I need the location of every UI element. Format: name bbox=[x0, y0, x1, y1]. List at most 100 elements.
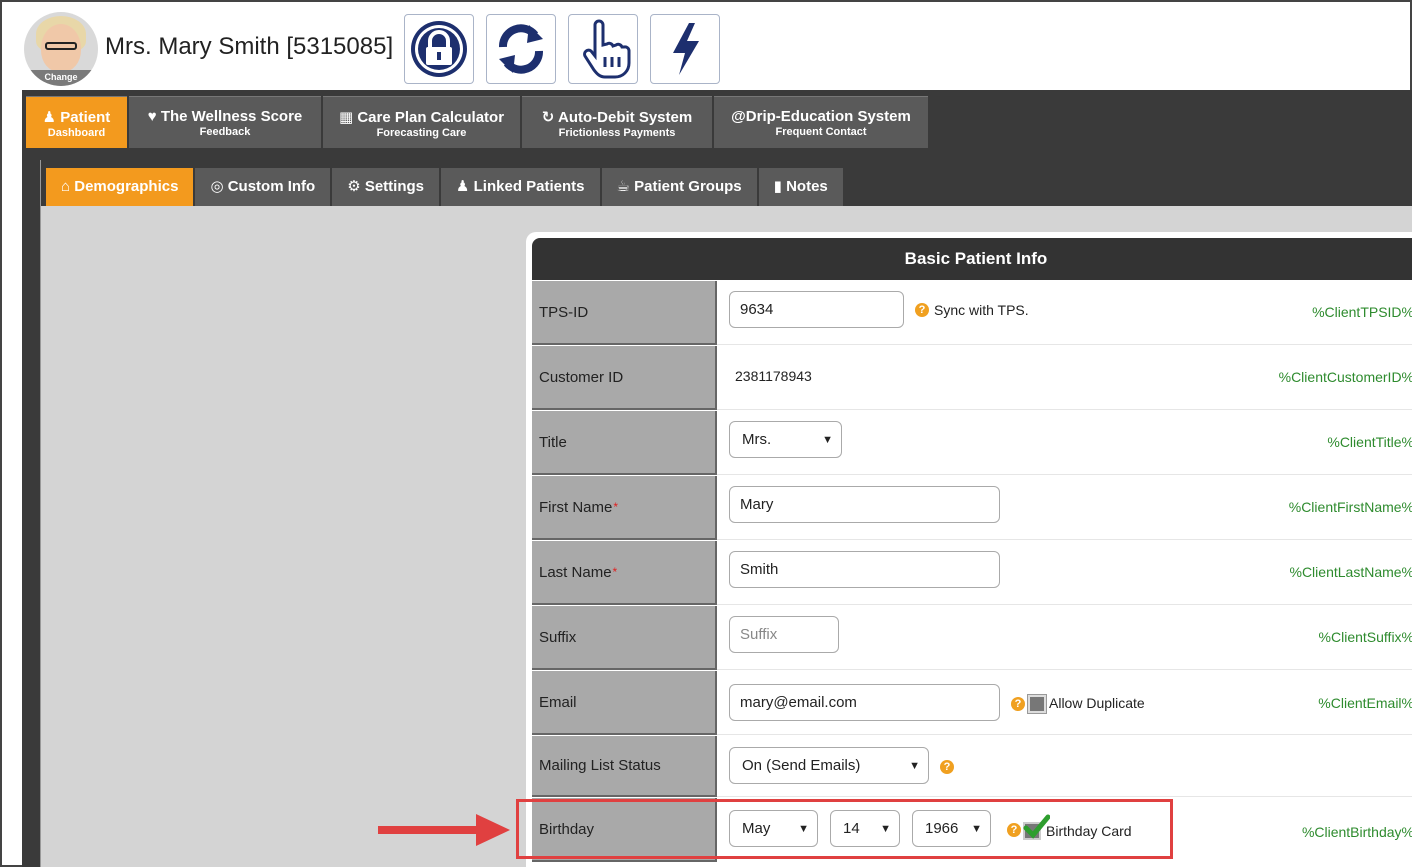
tab-label: Settings bbox=[364, 178, 425, 195]
avatar-glasses bbox=[45, 42, 77, 50]
tab-drip-education[interactable]: @Drip-Education System Frequent Contact bbox=[714, 96, 928, 148]
selected-value: Mrs. bbox=[742, 431, 772, 448]
refresh-icon bbox=[499, 24, 543, 74]
tab-custom-info[interactable]: ◎ Custom Info bbox=[195, 168, 331, 206]
tab-label: Auto-Debit System bbox=[558, 109, 693, 126]
tps-id-input[interactable] bbox=[729, 291, 904, 328]
tab-linked-patients[interactable]: ♟ Linked Patients bbox=[441, 168, 600, 206]
field-label: Last Name * bbox=[532, 541, 717, 605]
email-input[interactable] bbox=[729, 684, 1000, 721]
suffix-input[interactable] bbox=[729, 616, 839, 653]
help-icon[interactable]: ? bbox=[940, 760, 954, 774]
pointer-hand-icon bbox=[583, 19, 631, 79]
mailing-status-select[interactable]: On (Send Emails) ▼ bbox=[729, 747, 929, 784]
tab-label: Linked Patients bbox=[473, 178, 585, 195]
pointer-hand-button[interactable] bbox=[568, 14, 638, 84]
selected-value: On (Send Emails) bbox=[742, 757, 861, 774]
field-label: Title bbox=[532, 411, 717, 475]
field-label: Suffix bbox=[532, 606, 717, 670]
help-icon[interactable]: ? bbox=[915, 303, 929, 317]
chevron-down-icon: ▼ bbox=[909, 759, 920, 772]
top-tab-bar: ♟ Patient Dashboard ♥ The Wellness Score… bbox=[26, 96, 928, 148]
heart-pulse-icon: ♥ bbox=[147, 108, 157, 125]
chevron-down-icon: ▼ bbox=[798, 822, 809, 835]
refresh-button[interactable] bbox=[486, 14, 556, 84]
tab-sublabel: Forecasting Care bbox=[376, 127, 467, 139]
inner-panel: ⌂ Demographics ◎ Custom Info ⚙ Settings … bbox=[40, 160, 1412, 867]
birth-month-select[interactable]: May ▼ bbox=[729, 810, 818, 847]
selected-value: 14 bbox=[843, 820, 860, 837]
lightning-button[interactable] bbox=[650, 14, 720, 84]
row-customer-id: Customer ID 2381178943 %ClientCustomerID… bbox=[532, 345, 1412, 410]
help-icon[interactable]: ? bbox=[1011, 697, 1025, 711]
required-marker: * bbox=[613, 500, 619, 514]
merge-tag: %ClientSuffix% bbox=[1318, 629, 1412, 645]
tab-label: Care Plan Calculator bbox=[357, 109, 505, 126]
selected-value: 1966 bbox=[925, 820, 959, 837]
tab-label: Notes bbox=[786, 178, 828, 195]
allow-duplicate-checkbox[interactable] bbox=[1028, 695, 1046, 713]
title-select[interactable]: Mrs. ▼ bbox=[729, 421, 842, 458]
tab-label: Drip-Education System bbox=[745, 108, 911, 125]
cup-icon: ☕ bbox=[616, 178, 630, 195]
user-icon: ♟ bbox=[42, 109, 57, 126]
tab-sublabel: Dashboard bbox=[47, 127, 106, 139]
field-label: First Name * bbox=[532, 476, 717, 540]
merge-tag: %ClientCustomerID% bbox=[1278, 369, 1412, 385]
home-icon: ⌂ bbox=[61, 178, 71, 195]
field-label: Mailing List Status bbox=[532, 736, 717, 797]
row-title: Title Mrs. ▼ %ClientTitle% bbox=[532, 410, 1412, 475]
field-label: Birthday bbox=[532, 798, 717, 862]
label-text: First Name bbox=[539, 498, 613, 516]
field-label: TPS-ID bbox=[532, 281, 717, 345]
sub-tab-bar: ⌂ Demographics ◎ Custom Info ⚙ Settings … bbox=[41, 160, 1412, 206]
merge-tag: %ClientTitle% bbox=[1327, 434, 1412, 450]
row-birthday: Birthday May ▼ 14 ▼ 1966 ▼ ? Birthday Card … bbox=[532, 797, 1412, 862]
first-name-input[interactable] bbox=[729, 486, 1000, 523]
tab-wellness-score[interactable]: ♥ The Wellness Score Feedback bbox=[129, 96, 321, 148]
birth-year-select[interactable]: 1966 ▼ bbox=[912, 810, 991, 847]
row-first-name: First Name* %ClientFirstName% bbox=[532, 475, 1412, 540]
tab-notes[interactable]: ▮ Notes bbox=[758, 168, 843, 206]
lock-button[interactable] bbox=[404, 14, 474, 84]
tab-label: Patient Groups bbox=[634, 178, 742, 195]
tab-auto-debit[interactable]: ↻ Auto-Debit System Frictionless Payment… bbox=[522, 96, 712, 148]
at-icon: @ bbox=[731, 108, 746, 125]
card-title: Basic Patient Info bbox=[532, 238, 1412, 280]
tab-demographics[interactable]: ⌂ Demographics bbox=[46, 168, 194, 206]
merge-tag: %ClientLastName% bbox=[1289, 564, 1412, 580]
field-label: Email bbox=[532, 671, 717, 735]
row-last-name: Last Name* %ClientLastName% bbox=[532, 540, 1412, 605]
field-label: Customer ID bbox=[532, 346, 717, 410]
merge-tag: %ClientTPSID% bbox=[1312, 304, 1412, 320]
birth-day-select[interactable]: 14 ▼ bbox=[830, 810, 900, 847]
tab-label: Custom Info bbox=[227, 178, 316, 195]
tab-label: Demographics bbox=[74, 178, 179, 195]
tab-settings[interactable]: ⚙ Settings bbox=[332, 168, 440, 206]
help-icon[interactable]: ? bbox=[1007, 823, 1021, 837]
merge-tag: %ClientFirstName% bbox=[1288, 499, 1412, 515]
tab-patient-dashboard[interactable]: ♟ Patient Dashboard bbox=[26, 96, 127, 148]
lock-icon bbox=[411, 21, 467, 77]
merge-tag: %ClientBirthday% bbox=[1301, 824, 1412, 840]
chevron-down-icon: ▼ bbox=[971, 822, 982, 835]
target-icon: ◎ bbox=[210, 178, 224, 195]
refresh-icon: ↻ bbox=[541, 109, 555, 126]
row-tps-id: TPS-ID ? Sync with TPS. %ClientTPSID% bbox=[532, 280, 1412, 345]
allow-duplicate-label: Allow Duplicate bbox=[1049, 695, 1145, 711]
customer-id-value: 2381178943 bbox=[735, 368, 812, 384]
label-text: Last Name bbox=[539, 563, 612, 581]
main-panel: ♟ Patient Dashboard ♥ The Wellness Score… bbox=[22, 90, 1412, 867]
last-name-input[interactable] bbox=[729, 551, 1000, 588]
avatar[interactable]: Change bbox=[24, 12, 98, 86]
tab-sublabel: Feedback bbox=[199, 126, 251, 138]
tab-care-plan-calculator[interactable]: ▦ Care Plan Calculator Forecasting Care bbox=[323, 96, 520, 148]
avatar-change-button[interactable]: Change bbox=[24, 70, 98, 86]
tab-label: The Wellness Score bbox=[160, 108, 303, 125]
merge-tag: %ClientEmail% bbox=[1318, 695, 1412, 711]
tab-label: Patient bbox=[60, 109, 111, 126]
users-icon: ♟ bbox=[456, 178, 470, 195]
row-email: Email ? Allow Duplicate %ClientEmail% bbox=[532, 670, 1412, 735]
selected-value: May bbox=[742, 820, 771, 837]
tab-patient-groups[interactable]: ☕ Patient Groups bbox=[601, 168, 757, 206]
